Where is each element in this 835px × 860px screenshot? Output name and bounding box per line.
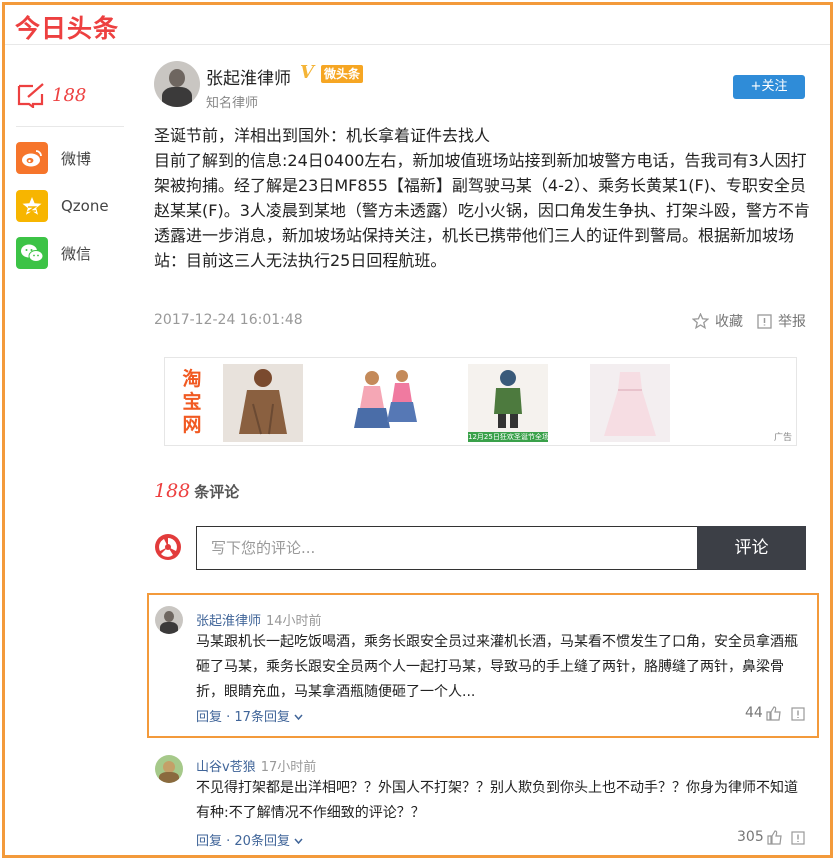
share-wechat[interactable]: 微信	[16, 237, 91, 269]
comment-count-label: 条评论	[194, 483, 240, 501]
report-icon[interactable]	[791, 831, 805, 845]
like-count: 305	[737, 829, 764, 845]
follow-button[interactable]: +关注	[733, 75, 805, 99]
comment-input[interactable]: 写下您的评论...	[196, 526, 698, 570]
comment-user[interactable]: 山谷v苍狼 17小时前	[196, 756, 316, 775]
chevron-down-icon	[294, 714, 303, 721]
thumbs-up-icon	[766, 705, 781, 721]
comment-icon	[17, 83, 44, 108]
report-button[interactable]: 举报	[757, 311, 806, 331]
toutiao-logo[interactable]: 今日头条	[15, 9, 119, 45]
reply-label: 回复 · 17条回复	[196, 710, 290, 725]
weitoutiao-badge: 微头条	[321, 65, 364, 83]
share-label: Qzone	[61, 197, 109, 215]
chevron-down-icon	[294, 838, 303, 845]
share-weibo[interactable]: 微博	[16, 142, 91, 174]
report-icon[interactable]	[791, 707, 805, 721]
reply-label: 回复 · 20条回复	[196, 834, 290, 849]
report-icon	[757, 313, 772, 329]
star-icon	[692, 313, 709, 329]
article-headline: 圣诞节前，洋相出到国外：机长拿着证件去找人	[154, 126, 491, 145]
share-label: 微信	[61, 244, 92, 263]
comment-text: 马某跟机长一起吃饭喝酒，乘务长跟安全员过来灌机长酒，马某看不惯发生了口角，安全员…	[196, 634, 798, 700]
like-button[interactable]: 44	[745, 705, 782, 721]
divider	[16, 126, 124, 127]
report-label: 举报	[778, 314, 806, 330]
comment-count-number: 188	[154, 480, 191, 502]
taobao-ad-banner[interactable]: 淘宝网 12月25日狂欢圣诞节全场7折 广告	[164, 357, 797, 446]
qzone-icon	[16, 190, 48, 222]
ad-product-image[interactable]	[223, 364, 303, 442]
comment-avatar[interactable]	[155, 755, 183, 783]
ad-product-image[interactable]	[346, 364, 426, 442]
ad-product-image[interactable]: 12月25日狂欢圣诞节全场7折	[468, 364, 548, 442]
ad-product-image[interactable]	[590, 364, 670, 442]
weibo-icon	[16, 142, 48, 174]
favorite-button[interactable]: 收藏	[692, 311, 743, 331]
user-logo-icon	[155, 534, 181, 560]
ad-caption: 12月25日狂欢圣诞节全场7折	[468, 432, 548, 442]
reply-link[interactable]: 回复 · 17条回复	[196, 706, 303, 725]
article-body: 圣诞节前，洋相出到国外：机长拿着证件去找人 目前了解到的信息:24日0400左右…	[154, 123, 814, 273]
share-qzone[interactable]: Qzone	[16, 190, 109, 222]
share-label: 微博	[61, 149, 92, 168]
author-avatar[interactable]	[154, 61, 200, 107]
wechat-icon	[16, 237, 48, 269]
top-bar: 今日头条	[5, 5, 830, 45]
comment-share-count[interactable]: 188	[16, 82, 86, 108]
article-paragraph: 目前了解到的信息:24日0400左右，新加坡值班场站接到新加坡警方电话，告我司有…	[154, 151, 810, 270]
like-count: 44	[745, 705, 763, 721]
submit-comment-button[interactable]: 评论	[697, 526, 806, 570]
comment-avatar[interactable]	[155, 606, 183, 634]
ad-label: 广告	[773, 433, 792, 443]
author-title: 知名律师	[206, 96, 259, 111]
comment-time: 17小时前	[260, 760, 317, 775]
comment-time: 14小时前	[266, 614, 322, 629]
comment-username[interactable]: 张起淮律师	[196, 614, 261, 629]
thumbs-up-icon	[767, 829, 782, 845]
post-time: 2017-12-24 16:01:48	[154, 312, 303, 328]
like-button[interactable]: 305	[737, 829, 783, 845]
author-name[interactable]: 张起淮律师	[206, 64, 291, 89]
verified-v-icon: V	[300, 62, 314, 83]
comment-count: 188 条评论	[154, 480, 239, 502]
comment-user[interactable]: 张起淮律师 14小时前	[196, 610, 322, 629]
reply-link[interactable]: 回复 · 20条回复	[196, 830, 303, 849]
comment-text: 不见得打架都是出洋相吧？？外国人不打架？？别人欺负到你头上也不动手？？你身为律师…	[196, 780, 798, 821]
favorite-label: 收藏	[715, 314, 743, 330]
comment-username[interactable]: 山谷v苍狼	[196, 760, 256, 775]
taobao-logo: 淘宝网	[182, 368, 202, 436]
share-count-number: 188	[52, 84, 87, 106]
